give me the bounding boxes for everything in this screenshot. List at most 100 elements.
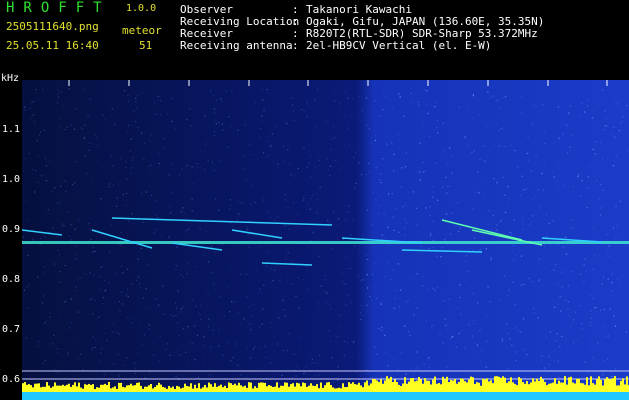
noise-speck	[138, 321, 140, 323]
noise-speck	[72, 199, 75, 201]
power-bar	[164, 387, 166, 392]
noise-speck	[35, 170, 37, 172]
noise-speck	[606, 125, 608, 127]
noise-speck	[429, 214, 431, 216]
noise-speck	[230, 125, 232, 127]
noise-speck	[613, 126, 615, 128]
noise-speck	[433, 191, 435, 193]
noise-speck	[445, 325, 447, 327]
noise-speck	[213, 108, 216, 110]
power-bar	[236, 385, 238, 392]
power-bar	[206, 387, 208, 392]
noise-speck	[78, 219, 80, 221]
noise-speck	[84, 136, 86, 138]
power-bar	[276, 382, 278, 392]
noise-speck	[58, 93, 60, 95]
noise-speck	[472, 335, 474, 337]
noise-speck	[572, 227, 574, 229]
noise-speck	[121, 291, 123, 293]
noise-speck	[455, 346, 457, 348]
power-bar	[418, 377, 420, 392]
noise-speck	[284, 193, 286, 195]
noise-speck	[507, 295, 509, 297]
noise-speck	[203, 115, 206, 117]
noise-speck	[548, 363, 551, 366]
noise-speck	[165, 348, 167, 350]
power-bar	[328, 382, 330, 392]
noise-speck	[103, 280, 106, 282]
power-bar	[330, 385, 332, 392]
power-bar	[528, 384, 530, 392]
noise-speck	[171, 97, 174, 99]
noise-speck	[200, 305, 202, 307]
power-bar	[62, 384, 64, 392]
noise-speck	[100, 361, 102, 363]
noise-speck	[615, 246, 617, 248]
noise-speck	[454, 189, 456, 191]
power-bar	[188, 386, 190, 392]
noise-speck	[561, 271, 563, 273]
noise-speck	[555, 185, 557, 187]
noise-speck	[492, 95, 494, 97]
power-bar	[490, 380, 492, 392]
noise-speck	[42, 362, 44, 365]
noise-speck	[178, 334, 180, 336]
power-bar	[394, 379, 396, 392]
noise-speck	[596, 180, 598, 182]
freq-tick: 0.8	[2, 274, 21, 285]
noise-speck	[77, 379, 79, 381]
power-bar	[398, 384, 400, 392]
noise-speck	[122, 193, 124, 196]
noise-speck	[178, 379, 180, 381]
power-bar	[58, 385, 60, 392]
noise-speck	[535, 214, 537, 216]
noise-speck	[569, 226, 571, 228]
power-bar	[610, 379, 612, 392]
noise-speck	[482, 218, 484, 220]
noise-speck	[63, 225, 65, 227]
noise-speck	[343, 191, 345, 193]
noise-speck	[230, 204, 232, 206]
noise-speck	[401, 376, 403, 378]
noise-speck	[71, 184, 74, 186]
noise-speck	[545, 109, 547, 111]
noise-speck	[114, 124, 116, 126]
power-bar	[540, 376, 542, 392]
noise-speck	[236, 219, 239, 221]
noise-speck	[533, 312, 535, 314]
noise-speck	[97, 144, 99, 146]
noise-speck	[331, 357, 333, 359]
noise-speck	[23, 106, 25, 108]
power-bar	[212, 386, 214, 392]
noise-speck	[608, 245, 610, 247]
noise-speck	[128, 220, 130, 222]
noise-speck	[355, 182, 357, 184]
noise-speck	[602, 189, 604, 191]
noise-speck	[317, 199, 319, 201]
noise-speck	[594, 307, 596, 309]
noise-speck	[43, 266, 45, 268]
power-bar	[200, 388, 202, 392]
noise-speck	[77, 277, 79, 280]
power-bar	[460, 378, 462, 392]
noise-speck	[334, 159, 336, 162]
noise-speck	[476, 344, 479, 346]
noise-speck	[485, 340, 488, 342]
noise-speck	[423, 363, 425, 365]
noise-speck	[338, 103, 341, 105]
noise-speck	[412, 101, 414, 104]
noise-speck	[318, 255, 320, 257]
noise-speck	[194, 372, 196, 374]
power-bar	[144, 386, 146, 392]
noise-speck	[234, 301, 236, 303]
noise-speck	[266, 89, 268, 91]
noise-speck	[70, 239, 72, 241]
power-bar	[448, 382, 450, 392]
noise-speck	[449, 147, 451, 149]
noise-speck	[558, 284, 560, 286]
noise-speck	[221, 123, 223, 125]
power-bar	[412, 378, 414, 392]
noise-speck	[229, 199, 231, 201]
noise-speck	[419, 179, 421, 181]
noise-speck	[278, 382, 280, 384]
